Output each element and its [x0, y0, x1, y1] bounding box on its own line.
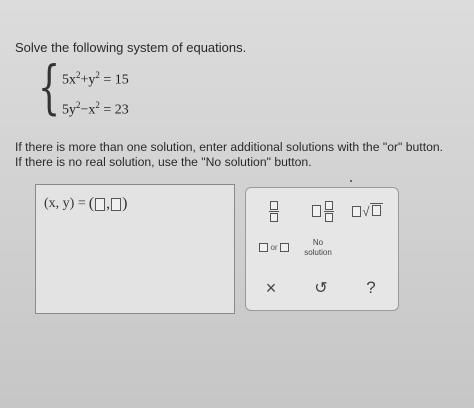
- comma: ,: [106, 195, 111, 212]
- left-brace: {: [38, 53, 61, 121]
- help-button[interactable]: ?: [358, 276, 384, 300]
- eq1-rhs: = 15: [103, 72, 129, 88]
- no-solution-button[interactable]: No solution: [296, 236, 340, 260]
- answer-label: (x, y) =: [44, 196, 86, 211]
- x-value-input[interactable]: [95, 197, 106, 211]
- square-root-icon: √: [351, 203, 383, 219]
- y-value-input[interactable]: [111, 197, 122, 211]
- instruction-line-2: If there is no real solution, use the "N…: [15, 155, 312, 169]
- eq1-term-b: +y: [80, 72, 96, 88]
- equation-system: { 5x2+y2 = 15 5y2−x2 = 23: [38, 58, 178, 124]
- eq2-exp-b: 2: [95, 100, 100, 110]
- eq2-rhs: = 23: [103, 102, 129, 118]
- eq2-term-a: 5y: [62, 102, 76, 118]
- instruction-line-1: If there is more than one solution, ente…: [15, 140, 444, 154]
- open-paren: (: [88, 195, 95, 212]
- equation-2: 5y2−x2 = 23: [62, 100, 129, 119]
- answer-box[interactable]: (x, y) = ( , ): [35, 184, 235, 314]
- or-right-box-icon: [279, 242, 289, 252]
- equation-1: 5x2+y2 = 15: [62, 70, 129, 89]
- clear-button[interactable]: ×: [258, 276, 284, 300]
- undo-icon: ↺: [314, 280, 328, 297]
- ordered-pair-input[interactable]: ( , ): [89, 195, 128, 213]
- or-label: or: [270, 242, 278, 252]
- undo-button[interactable]: ↺: [308, 276, 334, 300]
- fraction-button[interactable]: [260, 198, 288, 224]
- eq1-exp-b: 2: [95, 70, 100, 80]
- or-button[interactable]: or: [254, 236, 294, 258]
- eq2-term-b: −x: [80, 102, 96, 118]
- fraction-icon: [269, 200, 279, 222]
- close-icon: ×: [265, 277, 277, 298]
- close-paren: ): [122, 195, 128, 212]
- instructions: If there is more than one solution, ente…: [15, 140, 474, 170]
- help-icon: ?: [366, 278, 376, 297]
- selection-dot: [350, 180, 352, 182]
- no-solution-label-2: solution: [304, 248, 332, 257]
- eq1-term-a: 5x: [62, 72, 76, 88]
- no-solution-label-1: No: [312, 238, 324, 247]
- or-left-box-icon: [259, 242, 269, 252]
- math-palette: √ or No solution × ↺ ?: [245, 187, 399, 311]
- square-root-button[interactable]: √: [350, 198, 384, 224]
- mixed-number-icon: [311, 200, 334, 222]
- mixed-number-button[interactable]: [306, 198, 338, 224]
- answer-line: (x, y) = ( , ): [44, 195, 127, 213]
